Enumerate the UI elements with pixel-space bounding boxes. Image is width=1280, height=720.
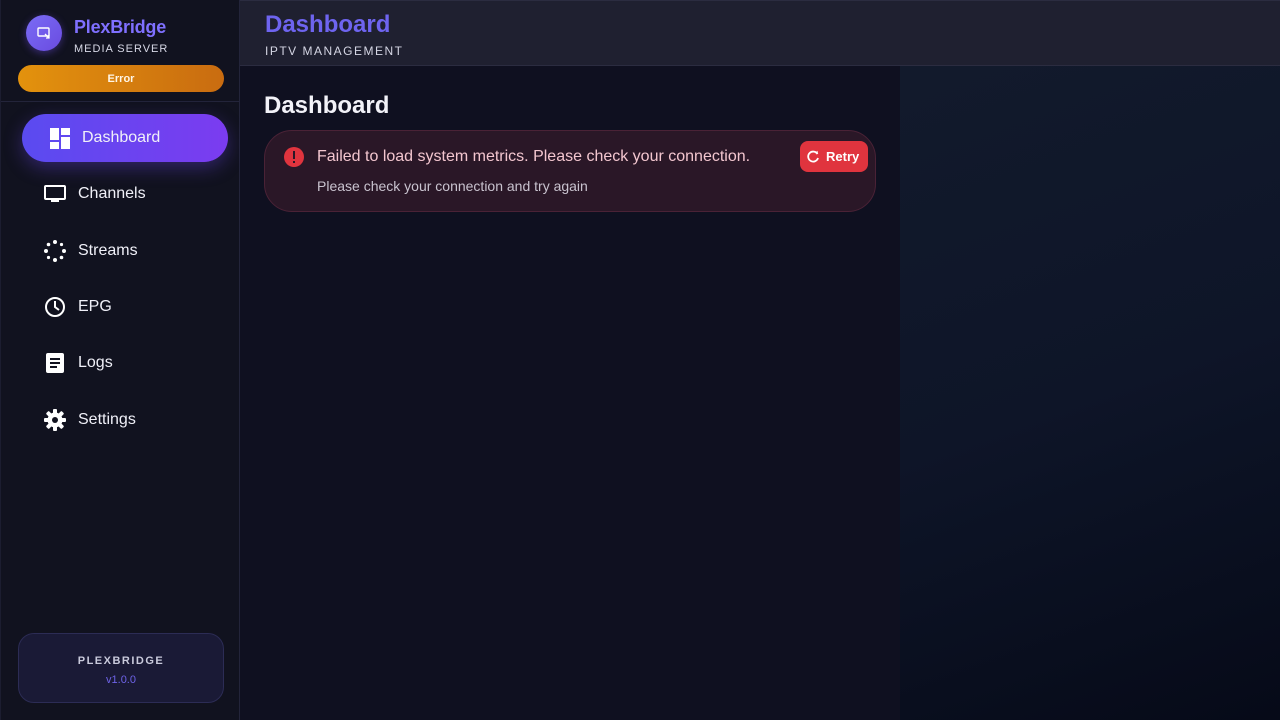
error-alert: Failed to load system metrics. Please ch… <box>264 130 876 212</box>
sidebar-item-logs[interactable]: Logs <box>22 339 228 387</box>
app-root: PlexBridge MEDIA SERVER Error Dashboard <box>0 0 1280 720</box>
cast-icon <box>26 15 62 51</box>
version-title: PLEXBRIDGE <box>77 655 165 667</box>
sidebar-item-label: Dashboard <box>82 129 161 146</box>
refresh-icon <box>806 150 820 164</box>
retry-button[interactable]: Retry <box>800 141 868 172</box>
streams-icon <box>44 240 66 262</box>
sidebar-item-settings[interactable]: Settings <box>22 396 228 444</box>
sidebar-item-channels[interactable]: Channels <box>22 170 228 218</box>
sidebar-item-label: Channels <box>78 185 146 202</box>
sidebar-item-label: EPG <box>78 298 112 315</box>
version-number: v1.0.0 <box>106 674 136 686</box>
tv-icon <box>44 183 66 205</box>
retry-label: Retry <box>826 149 860 164</box>
sidebar-item-epg[interactable]: EPG <box>22 283 228 331</box>
sidebar: PlexBridge MEDIA SERVER Error Dashboard <box>0 0 240 720</box>
sidebar-item-label: Logs <box>78 354 113 371</box>
status-badge: Error <box>18 65 224 92</box>
sidebar-item-dashboard[interactable]: Dashboard <box>22 114 228 162</box>
gear-icon <box>44 409 66 431</box>
top-header: Dashboard IPTV MANAGEMENT <box>240 0 1280 66</box>
main-content: Dashboard Failed to load system metrics.… <box>240 66 900 720</box>
brand[interactable]: PlexBridge MEDIA SERVER <box>26 15 226 55</box>
sidebar-item-label: Streams <box>78 242 138 259</box>
alert-detail: Please check your connection and try aga… <box>317 178 588 194</box>
alert-message: Failed to load system metrics. Please ch… <box>317 148 751 165</box>
brand-subtitle: MEDIA SERVER <box>74 43 169 55</box>
error-icon <box>283 146 305 168</box>
sidebar-divider <box>1 101 240 102</box>
header-subtitle: IPTV MANAGEMENT <box>265 44 404 58</box>
page-title: Dashboard <box>264 92 390 119</box>
sidebar-item-streams[interactable]: Streams <box>22 227 228 275</box>
sidebar-item-label: Settings <box>78 411 136 428</box>
clock-icon <box>44 296 66 318</box>
header-title: Dashboard <box>265 11 391 38</box>
dashboard-icon <box>49 127 71 149</box>
right-panel <box>900 66 1280 720</box>
version-card: PLEXBRIDGE v1.0.0 <box>18 633 224 703</box>
brand-name: PlexBridge <box>74 17 167 37</box>
document-icon <box>44 352 66 374</box>
